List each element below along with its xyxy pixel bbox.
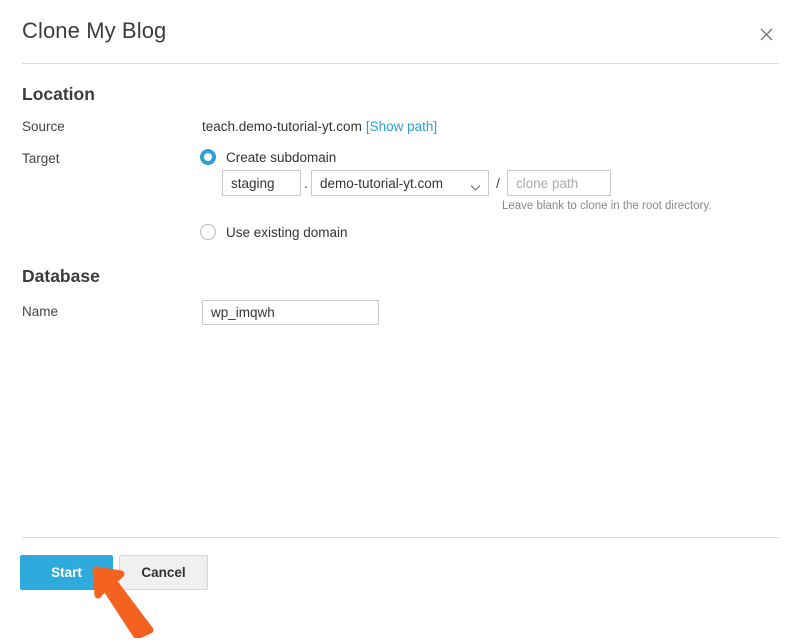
clone-path-hint: Leave blank to clone in the root directo… bbox=[502, 200, 712, 212]
cancel-button[interactable]: Cancel bbox=[119, 555, 208, 590]
radio-create-subdomain-indicator[interactable] bbox=[200, 149, 216, 165]
database-name-label: Name bbox=[22, 304, 59, 319]
radio-use-existing-domain-label: Use existing domain bbox=[226, 224, 348, 240]
database-section-heading: Database bbox=[22, 266, 100, 286]
start-button[interactable]: Start bbox=[20, 555, 113, 590]
dialog-header: Clone My Blog bbox=[0, 0, 786, 63]
clone-path-input[interactable] bbox=[507, 170, 611, 196]
radio-use-existing-domain[interactable]: Use existing domain bbox=[200, 224, 348, 240]
radio-use-existing-domain-indicator[interactable] bbox=[200, 224, 216, 240]
database-name-input[interactable] bbox=[202, 300, 379, 325]
subdomain-input[interactable] bbox=[222, 170, 301, 196]
radio-create-subdomain-label: Create subdomain bbox=[226, 149, 337, 165]
target-label: Target bbox=[22, 151, 60, 166]
source-label: Source bbox=[22, 119, 65, 134]
path-slash-separator: / bbox=[496, 175, 500, 191]
close-button[interactable] bbox=[754, 22, 778, 46]
domain-select-wrapper[interactable]: demo-tutorial-yt.com bbox=[311, 170, 489, 196]
radio-create-subdomain[interactable]: Create subdomain bbox=[200, 149, 336, 165]
domain-dot-separator: . bbox=[304, 175, 308, 191]
domain-select[interactable]: demo-tutorial-yt.com bbox=[311, 170, 489, 196]
page-title: Clone My Blog bbox=[22, 18, 167, 43]
header-divider bbox=[22, 63, 779, 64]
close-icon bbox=[760, 28, 773, 41]
show-path-link[interactable]: [Show path] bbox=[366, 119, 437, 134]
location-section-heading: Location bbox=[22, 84, 95, 104]
footer-divider bbox=[22, 537, 779, 538]
source-domain-text: teach.demo-tutorial-yt.com bbox=[202, 119, 362, 134]
clone-dialog: Clone My Blog Location Source teach.demo… bbox=[0, 0, 786, 640]
source-value-group: teach.demo-tutorial-yt.com [Show path] bbox=[202, 119, 437, 134]
subdomain-field-group: . demo-tutorial-yt.com / bbox=[222, 170, 611, 196]
